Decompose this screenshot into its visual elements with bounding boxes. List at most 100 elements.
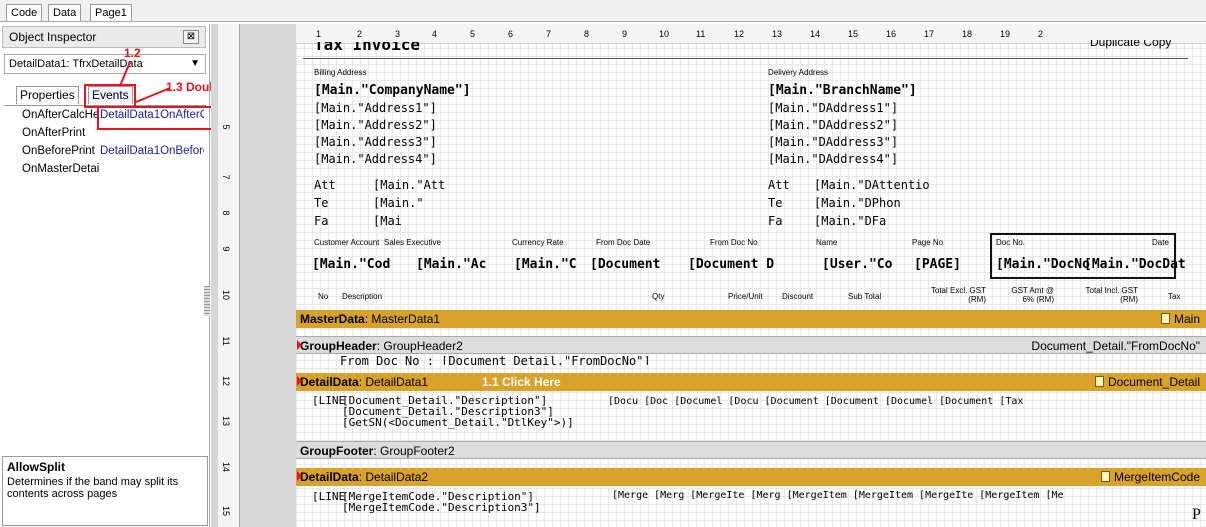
ruler-number: 6	[508, 29, 514, 39]
ruler-number: 19	[1000, 29, 1011, 39]
help-title: AllowSplit	[7, 460, 65, 474]
billing-address-label[interactable]: Billing Address	[314, 68, 366, 77]
dfax-label[interactable]: Fa	[768, 214, 782, 228]
ruler-number: 10	[221, 289, 231, 300]
band-marker-icon	[297, 471, 302, 481]
detail-columns-fields[interactable]: [Docu [Doc [Documel [Docu [Document [Doc…	[608, 396, 1023, 407]
band-name: DetailData2	[365, 470, 429, 484]
col-discount[interactable]: Discount	[782, 292, 813, 301]
from-doc-date-field[interactable]: [Document	[590, 257, 660, 272]
band-datasource: Main	[1160, 310, 1200, 328]
ruler-number: 17	[924, 29, 935, 39]
ruler-number: 8	[584, 29, 590, 39]
splitter-handle[interactable]	[204, 286, 210, 316]
merge-line-field[interactable]: [LINE	[312, 490, 345, 503]
from-doc-no-text[interactable]: From Doc No : [Document_Detail."FromDocN…	[340, 356, 651, 365]
sales-executive-field[interactable]: [Main."Ac	[416, 257, 486, 272]
band-type: MasterData	[300, 312, 365, 326]
fax-field[interactable]: [Mai	[373, 214, 402, 228]
daddress2-field[interactable]: [Main."DAddress2"]	[768, 118, 898, 132]
attention-field[interactable]: [Main."Att	[373, 178, 445, 192]
dphone-field[interactable]: [Main."DPhon	[814, 196, 901, 210]
name-label[interactable]: Name	[816, 238, 837, 247]
database-icon	[1160, 313, 1170, 324]
duplicate-copy-clipped[interactable]: Duplicate Copy	[1090, 40, 1171, 50]
from-doc-no-field[interactable]: [Document D	[688, 257, 774, 272]
event-row[interactable]: OnMasterDetail	[4, 161, 206, 178]
page-no-label[interactable]: Page No	[912, 238, 943, 247]
masterdata-band[interactable]: MasterData: MasterData1 Main	[296, 310, 1206, 328]
detaildata1-band[interactable]: DetailData: DetailData1 Document_Detail	[296, 373, 1206, 391]
col-description[interactable]: Description	[342, 292, 382, 301]
from-doc-date-label[interactable]: From Doc Date	[596, 238, 650, 247]
sales-executive-label[interactable]: Sales Executive	[384, 238, 441, 247]
att-label[interactable]: Att	[314, 178, 336, 192]
event-value-highlight	[97, 106, 215, 130]
address3-field[interactable]: [Main."Address3"]	[314, 135, 437, 149]
daddress4-field[interactable]: [Main."DAddress4"]	[768, 152, 898, 166]
datt-label[interactable]: Att	[768, 178, 790, 192]
currency-rate-field[interactable]: [Main."C	[514, 257, 577, 272]
band-name: GroupFooter2	[380, 444, 455, 458]
band-name: MasterData1	[371, 312, 441, 326]
ruler-number: 14	[221, 461, 231, 472]
col-gst-amt[interactable]: GST Amt @ 6% (RM)	[1000, 286, 1054, 304]
line-field[interactable]: [LINE	[312, 394, 345, 407]
merge-columns-fields[interactable]: [Merge [Merg [MergeIte [Merg [MergeItem …	[612, 490, 1194, 501]
event-name: OnBeforePrint	[22, 145, 95, 157]
tab-properties[interactable]: Properties	[16, 86, 79, 104]
address1-field[interactable]: [Main."Address1"]	[314, 101, 437, 115]
col-tax[interactable]: Tax	[1168, 292, 1180, 301]
ruler-number: 10	[659, 29, 670, 39]
address4-field[interactable]: [Main."Address4"]	[314, 152, 437, 166]
band-datasource: MergeItemCode	[1100, 468, 1200, 486]
database-icon	[1100, 471, 1110, 482]
tab-data[interactable]: Data	[48, 4, 82, 21]
tab-page1[interactable]: Page1	[90, 4, 132, 21]
user-co-field[interactable]: [User."Co	[822, 257, 892, 272]
groupfooter-band[interactable]: GroupFooter: GroupFooter2	[296, 441, 1206, 459]
col-total-excl[interactable]: Total Excl. GST (RM)	[916, 286, 986, 304]
from-doc-no-label[interactable]: From Doc No	[710, 238, 758, 247]
dattention-field[interactable]: [Main."DAttentio	[814, 178, 930, 192]
col-price-unit[interactable]: Price/Unit	[728, 292, 763, 301]
close-icon[interactable]: ⊠	[183, 30, 199, 44]
company-name-field[interactable]: [Main."CompanyName"]	[314, 83, 471, 98]
groupheader-band[interactable]: GroupHeader: GroupHeader2 Document_Detai…	[296, 336, 1206, 354]
col-qty[interactable]: Qty	[652, 292, 664, 301]
database-icon	[1094, 376, 1104, 387]
band-type: GroupFooter	[300, 444, 374, 458]
event-row[interactable]: OnBeforePrint DetailData1OnBeforePrint	[4, 143, 206, 160]
band-type: DetailData	[300, 375, 359, 389]
col-no[interactable]: No	[318, 292, 328, 301]
col-sub-total[interactable]: Sub Total	[848, 292, 881, 301]
detaildata2-band[interactable]: DetailData: DetailData2 MergeItemCode	[296, 468, 1206, 486]
currency-rate-label[interactable]: Currency Rate	[512, 238, 564, 247]
help-text: Determines if the band may split its con…	[7, 476, 179, 500]
col-total-incl[interactable]: Total Incl. GST (RM)	[1068, 286, 1138, 304]
customer-account-field[interactable]: [Main."Cod	[312, 257, 390, 272]
address2-field[interactable]: [Main."Address2"]	[314, 118, 437, 132]
report-title-clipped[interactable]: Tax Invoice	[314, 42, 420, 54]
dtel-label[interactable]: Te	[768, 196, 782, 210]
detail-serial-field[interactable]: [GetSN(<Document_Detail."DtlKey">)]	[342, 416, 574, 429]
tab-code[interactable]: Code	[6, 4, 43, 21]
dfax-field[interactable]: [Main."DFa	[814, 214, 886, 228]
ruler-number: 2	[357, 29, 363, 39]
ruler-number: 13	[772, 29, 783, 39]
fax-label[interactable]: Fa	[314, 214, 328, 228]
event-value[interactable]: DetailData1OnBeforePrint	[100, 143, 204, 160]
merge-description3-field[interactable]: [MergeItemCode."Description3"]	[342, 501, 541, 514]
band-type: GroupHeader	[300, 339, 377, 353]
tel-label[interactable]: Te	[314, 196, 328, 210]
page-field[interactable]: [PAGE]	[914, 257, 961, 272]
annotation-arrows	[119, 61, 171, 103]
daddress3-field[interactable]: [Main."DAddress3"]	[768, 135, 898, 149]
branch-name-field[interactable]: [Main."BranchName"]	[768, 83, 917, 98]
ruler-number: 1	[316, 29, 322, 39]
daddress1-field[interactable]: [Main."DAddress1"]	[768, 101, 898, 115]
phone-field[interactable]: [Main."	[373, 196, 424, 210]
delivery-address-label[interactable]: Delivery Address	[768, 68, 828, 77]
annotation-step-1-1: 1.1 Click Here	[482, 375, 561, 389]
customer-account-label[interactable]: Customer Account	[314, 238, 379, 247]
